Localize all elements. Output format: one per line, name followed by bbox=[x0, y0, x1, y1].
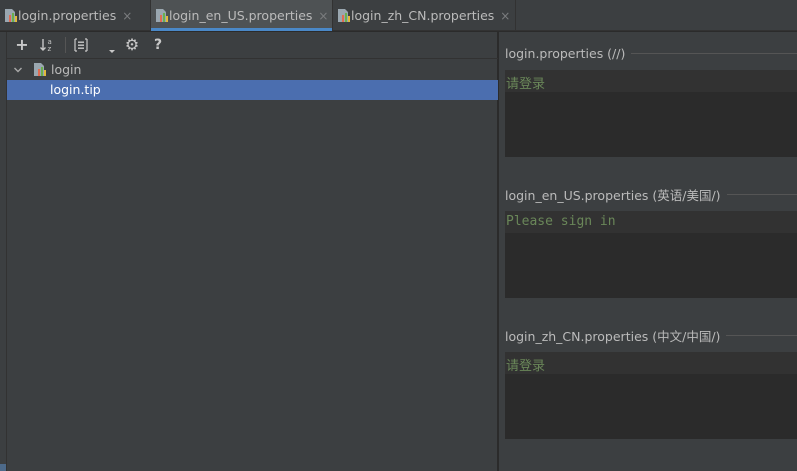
current-line-highlight bbox=[505, 70, 797, 92]
tab-login-properties[interactable]: login.properties × bbox=[0, 0, 150, 31]
tab-login-zh-cn-properties[interactable]: login_zh_CN.properties × bbox=[333, 0, 515, 31]
tree-node-login[interactable]: login bbox=[7, 60, 498, 80]
close-icon[interactable]: × bbox=[500, 10, 510, 22]
section-header-en-us: login_en_US.properties (英语/美国/) bbox=[499, 186, 797, 203]
resource-bundle-icon bbox=[33, 62, 47, 80]
current-line-highlight bbox=[505, 352, 797, 374]
resource-bundle-tree-panel: + a z ⚙ ? login login.tip bbox=[7, 32, 498, 471]
property-value[interactable]: 请登录 bbox=[506, 73, 545, 92]
section-title: login_en_US.properties (英语/美国/) bbox=[505, 187, 721, 203]
section-divider bbox=[631, 53, 797, 54]
tab-label: login_en_US.properties bbox=[169, 8, 313, 23]
value-editor-en-us[interactable]: Please sign in bbox=[505, 211, 797, 298]
resource-bundle-file-icon bbox=[337, 8, 351, 26]
section-header-zh-cn: login_zh_CN.properties (中文/中国/) bbox=[499, 327, 797, 344]
tree-node-label: login.tip bbox=[50, 82, 101, 97]
editor-tab-bar: login.properties × login_en_US.propertie… bbox=[0, 0, 797, 31]
sort-icon: a z bbox=[40, 38, 52, 53]
resource-bundle-file-icon bbox=[4, 8, 18, 26]
tool-strip-marker[interactable] bbox=[0, 464, 6, 471]
tree-toolbar: + a z ⚙ ? bbox=[7, 32, 498, 59]
close-icon[interactable]: × bbox=[122, 10, 132, 22]
group-icon bbox=[74, 38, 88, 52]
chevron-down-icon[interactable] bbox=[13, 63, 23, 73]
property-value[interactable]: 请登录 bbox=[506, 355, 545, 374]
section-divider bbox=[726, 194, 797, 195]
tab-divider bbox=[515, 0, 516, 31]
tab-login-en-us-properties[interactable]: login_en_US.properties × bbox=[151, 0, 332, 31]
value-editor-zh-cn[interactable]: 请登录 bbox=[505, 352, 797, 439]
section-header-default: login.properties (//) bbox=[499, 45, 797, 61]
section-divider bbox=[726, 335, 797, 336]
tree-node-label: login bbox=[51, 62, 82, 77]
tab-label: login_zh_CN.properties bbox=[351, 8, 495, 23]
dropdown-arrow-icon[interactable] bbox=[107, 36, 117, 54]
add-property-button[interactable]: + bbox=[15, 36, 29, 54]
help-button[interactable]: ? bbox=[151, 36, 165, 54]
sort-alphabetically-button[interactable]: a z bbox=[39, 36, 57, 54]
close-icon[interactable]: × bbox=[318, 10, 328, 22]
property-values-panel: login.properties (//) 请登录 login_en_US.pr… bbox=[499, 32, 797, 471]
resource-bundle-file-icon bbox=[155, 8, 169, 26]
svg-text:z: z bbox=[48, 45, 52, 53]
toolbar-divider bbox=[65, 37, 66, 53]
section-title: login.properties (//) bbox=[505, 45, 626, 61]
group-by-prefix-button[interactable] bbox=[72, 36, 90, 54]
tab-label: login.properties bbox=[18, 8, 117, 23]
property-value[interactable]: Please sign in bbox=[506, 214, 616, 229]
section-title: login_zh_CN.properties (中文/中国/) bbox=[505, 328, 721, 344]
tree-node-login-tip[interactable]: login.tip bbox=[7, 80, 498, 100]
left-tool-strip bbox=[0, 32, 7, 471]
settings-button[interactable]: ⚙ bbox=[123, 36, 141, 54]
value-editor-default[interactable]: 请登录 bbox=[505, 70, 797, 157]
